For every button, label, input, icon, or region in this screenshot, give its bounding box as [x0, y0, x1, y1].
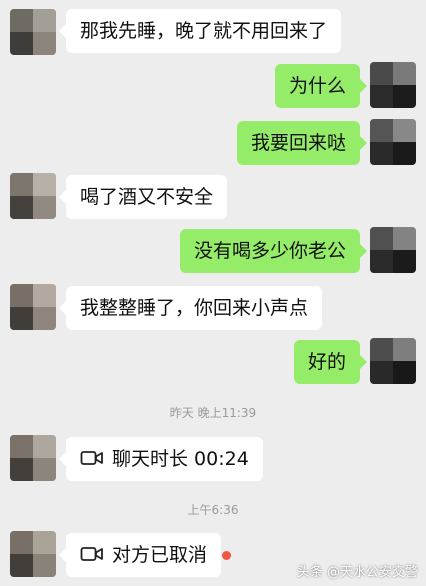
contact-avatar[interactable] — [10, 9, 56, 55]
message-bubble[interactable]: 好的 — [293, 340, 368, 384]
call-record-bubble[interactable]: 对方已取消 — [58, 533, 222, 577]
message-bubble[interactable]: 为什么 — [274, 64, 368, 108]
contact-avatar[interactable] — [10, 284, 56, 330]
watermark: 头条 @天水公安交警 — [296, 565, 418, 580]
my-avatar[interactable] — [370, 227, 416, 273]
my-avatar[interactable] — [370, 338, 416, 384]
contact-avatar[interactable] — [10, 435, 56, 481]
contact-avatar[interactable] — [10, 173, 56, 219]
chat-view: 那我先睡，晚了就不用回来了 为什么 我要回来哒 喝了酒又不安全 没有喝多少你老公 — [0, 0, 426, 586]
message-bubble[interactable]: 没有喝多少你老公 — [179, 229, 368, 273]
timestamp: 上午6:36 — [187, 503, 239, 517]
timestamp: 昨天 晚上11:39 — [169, 406, 257, 420]
contact-avatar[interactable] — [10, 531, 56, 577]
video-call-icon — [80, 546, 103, 561]
call-duration-text: 聊天时长 00:24 — [112, 448, 249, 470]
message-bubble[interactable]: 那我先睡，晚了就不用回来了 — [58, 9, 342, 53]
video-call-icon — [80, 450, 103, 465]
message-bubble[interactable]: 我整整睡了，你回来小声点 — [58, 286, 323, 330]
message-bubble[interactable]: 我要回来哒 — [236, 121, 368, 165]
call-record-bubble[interactable]: 聊天时长 00:24 — [59, 437, 263, 481]
my-avatar[interactable] — [370, 119, 416, 165]
my-avatar[interactable] — [370, 62, 416, 108]
message-bubble[interactable]: 喝了酒又不安全 — [58, 175, 228, 219]
call-status-text: 对方已取消 — [112, 544, 208, 566]
unread-dot — [222, 551, 231, 560]
